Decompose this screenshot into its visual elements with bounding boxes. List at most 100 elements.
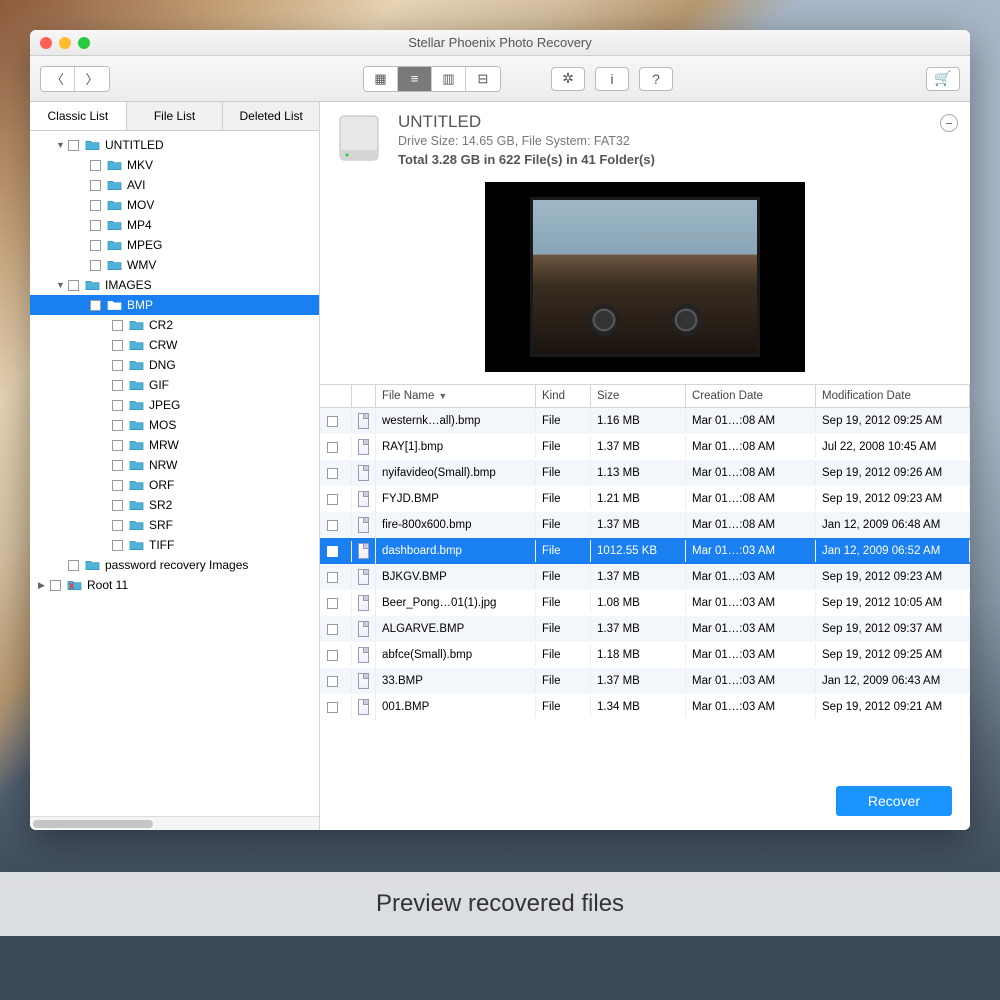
col-filename[interactable]: File Name▼ — [376, 385, 536, 407]
table-row[interactable]: abfce(Small).bmpFile1.18 MBMar 01…:03 AM… — [320, 642, 970, 668]
checkbox[interactable] — [327, 650, 338, 661]
checkbox[interactable] — [90, 180, 101, 191]
tree-item[interactable]: CRW — [30, 335, 319, 355]
col-size[interactable]: Size — [591, 385, 686, 407]
tree-item[interactable]: MOV — [30, 195, 319, 215]
checkbox[interactable] — [112, 520, 123, 531]
table-row[interactable]: westernk…all).bmpFile1.16 MBMar 01…:08 A… — [320, 408, 970, 434]
checkbox[interactable] — [112, 360, 123, 371]
tree-item[interactable]: password recovery Images — [30, 555, 319, 575]
tree-item[interactable]: AVI — [30, 175, 319, 195]
checkbox[interactable] — [112, 500, 123, 511]
tree-item[interactable]: JPEG — [30, 395, 319, 415]
settings-button[interactable]: ✲ — [551, 67, 585, 91]
checkbox[interactable] — [112, 380, 123, 391]
tree-item[interactable]: SRF — [30, 515, 319, 535]
tree-item[interactable]: TIFF — [30, 535, 319, 555]
minimize-icon[interactable] — [59, 37, 71, 49]
tree-item[interactable]: MP4 — [30, 215, 319, 235]
checkbox[interactable] — [112, 420, 123, 431]
checkbox[interactable] — [90, 200, 101, 211]
cart-button[interactable]: 🛒 — [926, 67, 960, 91]
tab-deleted-list[interactable]: Deleted List — [223, 102, 319, 130]
table-row[interactable]: ALGARVE.BMPFile1.37 MBMar 01…:03 AMSep 1… — [320, 616, 970, 642]
cell-creation-date: Mar 01…:03 AM — [686, 540, 816, 562]
checkbox[interactable] — [327, 624, 338, 635]
info-button[interactable]: i — [595, 67, 629, 91]
list-view-button[interactable]: ≡ — [398, 67, 432, 91]
checkbox[interactable] — [112, 340, 123, 351]
table-row[interactable]: Beer_Pong…01(1).jpgFile1.08 MBMar 01…:03… — [320, 590, 970, 616]
disclosure-icon[interactable]: ▼ — [56, 280, 66, 290]
checkbox[interactable] — [327, 442, 338, 453]
tree-item[interactable]: ▼IMAGES — [30, 275, 319, 295]
collapse-button[interactable]: − — [940, 114, 958, 132]
tab-classic-list[interactable]: Classic List — [30, 102, 127, 130]
checkbox[interactable] — [112, 480, 123, 491]
checkbox[interactable] — [50, 580, 61, 591]
checkbox[interactable] — [327, 520, 338, 531]
tree-item[interactable]: ▼UNTITLED — [30, 135, 319, 155]
checkbox[interactable] — [327, 598, 338, 609]
table-row[interactable]: dashboard.bmpFile1012.55 KBMar 01…:03 AM… — [320, 538, 970, 564]
table-row[interactable]: BJKGV.BMPFile1.37 MBMar 01…:03 AMSep 19,… — [320, 564, 970, 590]
checkbox[interactable] — [112, 460, 123, 471]
tree-item[interactable]: GIF — [30, 375, 319, 395]
checkbox[interactable] — [90, 220, 101, 231]
checkbox[interactable] — [90, 260, 101, 271]
checkbox[interactable] — [327, 676, 338, 687]
maximize-icon[interactable] — [78, 37, 90, 49]
table-row[interactable]: RAY[1].bmpFile1.37 MBMar 01…:08 AMJul 22… — [320, 434, 970, 460]
checkbox[interactable] — [68, 280, 79, 291]
checkbox[interactable] — [112, 540, 123, 551]
tree-item[interactable]: NRW — [30, 455, 319, 475]
table-row[interactable]: FYJD.BMPFile1.21 MBMar 01…:08 AMSep 19, … — [320, 486, 970, 512]
checkbox[interactable] — [327, 468, 338, 479]
folder-tree[interactable]: ▼UNTITLEDMKVAVIMOVMP4MPEGWMV▼IMAGESBMPCR… — [30, 131, 319, 816]
checkbox[interactable] — [112, 400, 123, 411]
tree-item[interactable]: BMP — [30, 295, 319, 315]
checkbox[interactable] — [112, 440, 123, 451]
tree-item[interactable]: MOS — [30, 415, 319, 435]
forward-button[interactable]: 〉 — [75, 67, 109, 91]
tree-item[interactable]: WMV — [30, 255, 319, 275]
columns-view-button[interactable]: ▥ — [432, 67, 466, 91]
checkbox[interactable] — [68, 140, 79, 151]
table-row[interactable]: 33.BMPFile1.37 MBMar 01…:03 AMJan 12, 20… — [320, 668, 970, 694]
grid-view-button[interactable]: ▦ — [364, 67, 398, 91]
close-icon[interactable] — [40, 37, 52, 49]
tree-item[interactable]: CR2 — [30, 315, 319, 335]
table-row[interactable]: nyifavideo(Small).bmpFile1.13 MBMar 01…:… — [320, 460, 970, 486]
checkbox[interactable] — [90, 300, 101, 311]
checkbox[interactable] — [90, 160, 101, 171]
tree-item[interactable]: MKV — [30, 155, 319, 175]
table-row[interactable]: 001.BMPFile1.34 MBMar 01…:03 AMSep 19, 2… — [320, 694, 970, 720]
tree-item[interactable]: MPEG — [30, 235, 319, 255]
disclosure-icon[interactable]: ▶ — [38, 580, 48, 591]
col-creation-date[interactable]: Creation Date — [686, 385, 816, 407]
horizontal-scrollbar[interactable] — [30, 816, 319, 830]
checkbox[interactable] — [90, 240, 101, 251]
coverflow-view-button[interactable]: ⊟ — [466, 67, 500, 91]
nav-group: 〈 〉 — [40, 66, 110, 92]
checkbox[interactable] — [327, 546, 338, 557]
tree-item[interactable]: ▶Root 11 — [30, 575, 319, 595]
checkbox[interactable] — [68, 560, 79, 571]
checkbox[interactable] — [327, 494, 338, 505]
checkbox[interactable] — [327, 702, 338, 713]
back-button[interactable]: 〈 — [41, 67, 75, 91]
col-kind[interactable]: Kind — [536, 385, 591, 407]
tree-item[interactable]: SR2 — [30, 495, 319, 515]
help-button[interactable]: ? — [639, 67, 673, 91]
checkbox[interactable] — [327, 416, 338, 427]
tree-item[interactable]: ORF — [30, 475, 319, 495]
checkbox[interactable] — [327, 572, 338, 583]
tab-file-list[interactable]: File List — [127, 102, 224, 130]
recover-button[interactable]: Recover — [836, 786, 952, 816]
tree-item[interactable]: DNG — [30, 355, 319, 375]
table-row[interactable]: fire-800x600.bmpFile1.37 MBMar 01…:08 AM… — [320, 512, 970, 538]
col-modification-date[interactable]: Modification Date — [816, 385, 970, 407]
checkbox[interactable] — [112, 320, 123, 331]
disclosure-icon[interactable]: ▼ — [56, 140, 66, 150]
tree-item[interactable]: MRW — [30, 435, 319, 455]
